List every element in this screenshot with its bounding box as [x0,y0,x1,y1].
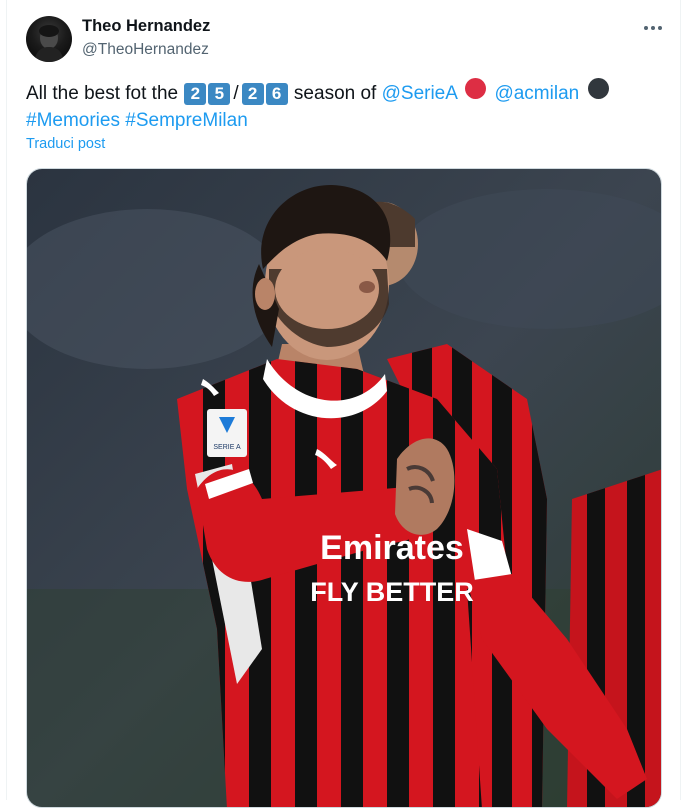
tweet-text: All the best fot the 2 5/2 6 season of @Se… [26,78,666,134]
player-photo: SERIE A Emirates FLY BETTER [27,169,661,807]
sponsor-text-line2: FLY BETTER [310,577,474,607]
tweet-text-mid: season of [288,83,382,104]
keycap-2-emoji: 2 [184,83,207,105]
keycap-6-emoji: 6 [265,83,288,105]
hashtag-sempremilan-link[interactable]: #SempreMilan [125,110,248,131]
tweet-line-1: All the best fot the 2 5/2 6 season of @Se… [26,78,666,107]
more-horizontal-icon [644,26,662,30]
author-handle[interactable]: @TheoHernandez [82,41,209,59]
mention-seriea-link[interactable]: @SerieA [382,83,457,104]
black-circle-emoji [587,78,609,99]
tweet-media-photo[interactable]: SERIE A Emirates FLY BETTER [26,168,662,808]
translate-post-link[interactable]: Traduci post [26,136,105,152]
more-options-button[interactable] [640,17,666,39]
mention-acmilan-link[interactable]: @acmilan [494,83,579,104]
slash-text: / [233,83,239,104]
keycap-2-emoji: 2 [241,83,264,105]
red-circle-emoji [465,78,487,99]
author-display-name[interactable]: Theo Hernandez [82,17,210,36]
tweet-line-2: #Memories #SempreMilan [26,107,666,134]
sponsor-text-line1: Emirates [320,529,464,567]
hashtag-memories-link[interactable]: #Memories [26,110,120,131]
avatar-photo [34,25,64,62]
tweet-text-start: All the best fot the [26,83,184,104]
serie-a-patch-text: SERIE A [213,444,241,451]
keycap-5-emoji: 5 [208,83,231,105]
avatar[interactable] [26,16,72,62]
